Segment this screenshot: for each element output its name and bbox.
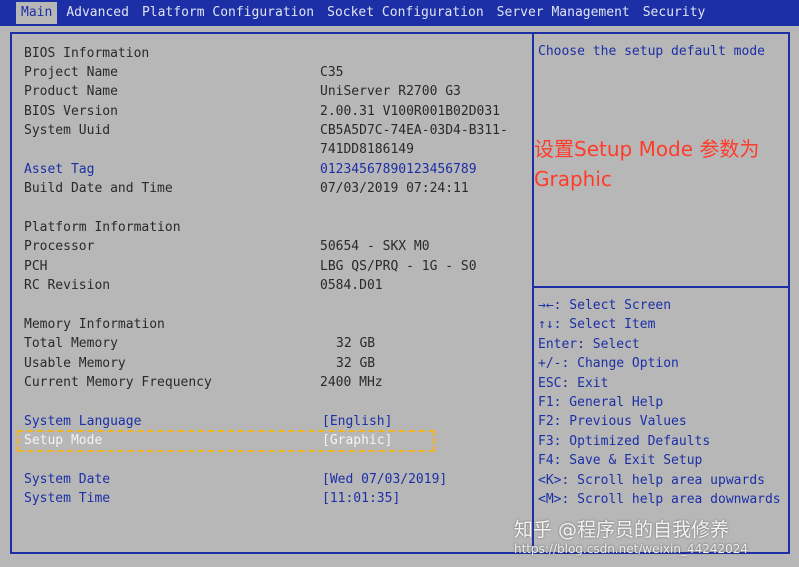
uuid-value-line2: 741DD8186149 bbox=[320, 142, 414, 157]
platform-info-header: Platform Information bbox=[24, 220, 181, 235]
processor-label: Processor bbox=[24, 239, 95, 254]
build-date-label: Build Date and Time bbox=[24, 181, 173, 196]
tab-advanced[interactable]: Advanced bbox=[61, 2, 134, 24]
system-time-label[interactable]: System Time bbox=[24, 489, 110, 508]
key-help-item: <K>: Scroll help area upwards bbox=[538, 472, 765, 488]
asset-tag-label[interactable]: Asset Tag bbox=[24, 160, 94, 179]
help-separator bbox=[534, 286, 790, 288]
help-description: Choose the setup default mode bbox=[538, 44, 765, 59]
memory-frequency-label: Current Memory Frequency bbox=[24, 375, 212, 390]
watermark-main: 知乎 @程序员的自我修养 bbox=[514, 519, 730, 541]
project-name-label: Project Name bbox=[24, 65, 118, 80]
total-memory-value: 32 GB bbox=[336, 336, 376, 351]
uuid-label: System Uuid bbox=[24, 123, 111, 138]
annotation-line-2: Graphic bbox=[534, 167, 612, 191]
system-time-value[interactable]: [11:01:35] bbox=[322, 489, 400, 508]
uuid-value-line1: CB5A5D7C-74EA-03D4-B311- bbox=[320, 123, 508, 138]
key-help-item: Enter: Select bbox=[538, 336, 640, 352]
watermark: 知乎 @程序员的自我修养 https://blog.csdn.net/weixi… bbox=[514, 518, 794, 556]
usable-memory-label: Usable Memory bbox=[24, 356, 126, 371]
rc-revision-value: 0584.D01 bbox=[320, 278, 383, 293]
product-name-value: UniServer R2700 G3 bbox=[320, 84, 461, 99]
tab-main[interactable]: Main bbox=[16, 2, 58, 24]
key-help-item: ↑↓: Select Item bbox=[538, 317, 656, 333]
pch-label: PCH bbox=[24, 259, 48, 274]
panel-divider bbox=[532, 34, 534, 552]
key-help-item: F4: Save & Exit Setup bbox=[538, 453, 703, 469]
bios-version-label: BIOS Version bbox=[24, 104, 118, 119]
asset-tag-value[interactable]: 01234567890123456789 bbox=[320, 160, 477, 179]
top-tab-bar: Main Advanced Platform Configuration Soc… bbox=[0, 0, 799, 26]
key-help-item: F2: Previous Values bbox=[538, 414, 687, 430]
setup-mode-highlight-box bbox=[17, 430, 435, 452]
system-language-label[interactable]: System Language bbox=[24, 412, 141, 431]
tab-socket-configuration[interactable]: Socket Configuration bbox=[322, 2, 489, 24]
tab-platform-configuration[interactable]: Platform Configuration bbox=[137, 2, 319, 24]
processor-value: 50654 - SKX M0 bbox=[320, 239, 430, 254]
key-help-item: F1: General Help bbox=[538, 394, 664, 410]
project-name-value: C35 bbox=[320, 65, 344, 80]
annotation-text: 设置Setup Mode 参数为 Graphic bbox=[534, 134, 788, 194]
key-help-item: →←: Select Screen bbox=[538, 298, 672, 313]
main-panel: BIOS Information Project Name C35 Produc… bbox=[10, 32, 790, 554]
usable-memory-value: 32 GB bbox=[336, 356, 376, 371]
system-date-label[interactable]: System Date bbox=[24, 470, 110, 489]
product-name-label: Product Name bbox=[24, 84, 118, 99]
tab-server-management[interactable]: Server Management bbox=[492, 2, 635, 24]
system-language-value[interactable]: [English] bbox=[322, 412, 392, 431]
pch-value: LBG QS/PRQ - 1G - S0 bbox=[320, 259, 477, 274]
tab-security[interactable]: Security bbox=[638, 2, 711, 24]
key-help-item: ESC: Exit bbox=[538, 375, 609, 391]
watermark-url: https://blog.csdn.net/weixin_44242024 bbox=[514, 542, 749, 556]
rc-revision-label: RC Revision bbox=[24, 278, 111, 293]
key-help-item: <M>: Scroll help area downwards bbox=[538, 491, 781, 507]
bios-info-header: BIOS Information bbox=[24, 46, 150, 61]
memory-info-header: Memory Information bbox=[24, 317, 165, 332]
bios-version-value: 2.00.31 V100R001B02D031 bbox=[320, 104, 501, 119]
total-memory-label: Total Memory bbox=[24, 336, 118, 351]
memory-frequency-value: 2400 MHz bbox=[320, 375, 383, 390]
key-help-item: +/-: Change Option bbox=[538, 356, 679, 372]
build-date-value: 07/03/2019 07:24:11 bbox=[320, 181, 469, 196]
key-help-list: →←: Select Screen ↑↓: Select Item Enter:… bbox=[538, 296, 781, 509]
annotation-line-1: 设置Setup Mode 参数为 bbox=[534, 137, 760, 161]
key-help-item: F3: Optimized Defaults bbox=[538, 433, 711, 449]
system-date-value[interactable]: [Wed 07/03/2019] bbox=[322, 470, 447, 489]
